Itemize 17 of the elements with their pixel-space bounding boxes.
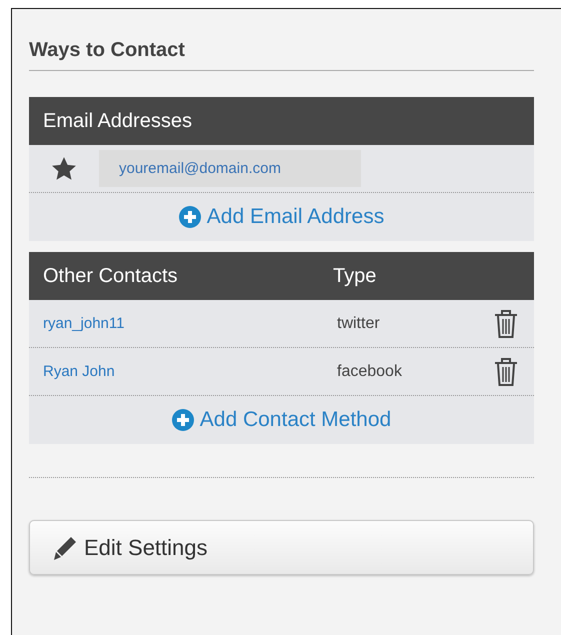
contact-type: facebook — [337, 362, 403, 380]
column-header: Other Contacts — [43, 264, 179, 288]
add-email-button[interactable]: Add Email Address — [176, 203, 386, 231]
contact-link[interactable]: ryan_john11 — [29, 315, 337, 332]
edit-settings-button[interactable]: Edit Settings — [29, 520, 534, 575]
column-header: Email Addresses — [43, 110, 192, 132]
plus-icon — [172, 409, 194, 431]
add-contact-button[interactable]: Add Contact Method — [170, 406, 394, 434]
contact-type: twitter — [337, 314, 381, 332]
trash-icon[interactable] — [494, 308, 518, 338]
column-header: Type — [333, 264, 376, 288]
trash-icon[interactable] — [494, 356, 518, 386]
email-value: youremail@domain.com — [99, 150, 361, 187]
pencil-icon — [52, 534, 78, 560]
section-title: Ways to Contact — [29, 33, 534, 71]
plus-icon — [178, 206, 201, 228]
contact-link[interactable]: Ryan John — [29, 363, 337, 380]
